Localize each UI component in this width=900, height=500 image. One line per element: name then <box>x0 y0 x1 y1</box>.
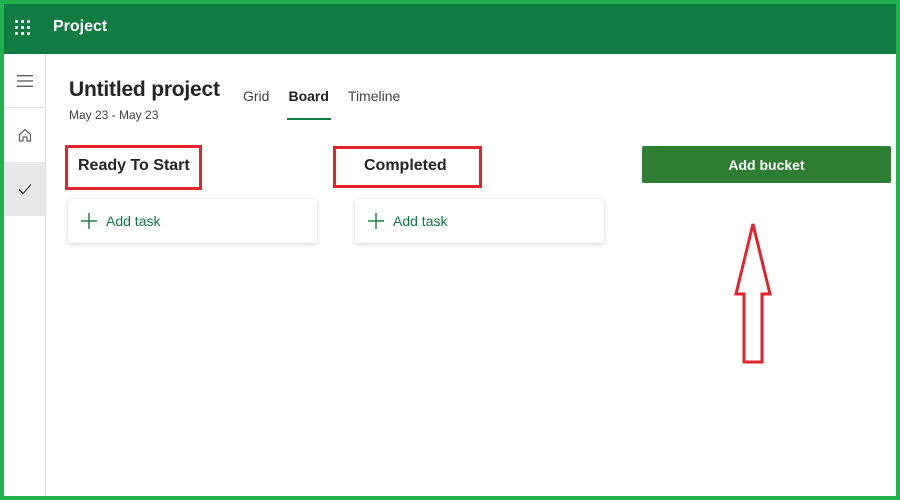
plus-icon <box>80 212 98 230</box>
app-launcher-icon[interactable] <box>0 0 44 54</box>
tab-timeline[interactable]: Timeline <box>348 88 400 120</box>
annotation-arrow-up-icon <box>734 223 772 364</box>
add-task-label: Add task <box>106 213 161 229</box>
app-title: Project <box>53 18 108 35</box>
hamburger-menu-icon[interactable] <box>4 54 45 108</box>
bucket-title-ready-to-start[interactable]: Ready To Start <box>78 157 190 175</box>
add-task-button-ready-to-start[interactable]: Add task <box>68 199 317 243</box>
add-task-button-completed[interactable]: Add task <box>355 199 604 243</box>
left-navigation-rail <box>4 54 46 496</box>
project-dates: May 23 - May 23 <box>69 108 159 122</box>
checkmark-icon[interactable] <box>4 162 45 216</box>
tab-grid[interactable]: Grid <box>243 88 269 120</box>
view-tabs: Grid Board Timeline <box>243 88 419 120</box>
add-task-label: Add task <box>393 213 448 229</box>
project-header: Untitled project May 23 - May 23 <box>69 78 220 122</box>
home-icon[interactable] <box>4 108 45 162</box>
plus-icon <box>367 212 385 230</box>
app-header-bar: Project <box>0 0 900 54</box>
project-title[interactable]: Untitled project <box>69 78 220 102</box>
bucket-title-completed[interactable]: Completed <box>364 157 447 175</box>
tab-board[interactable]: Board <box>287 88 332 120</box>
add-bucket-button[interactable]: Add bucket <box>642 146 891 183</box>
